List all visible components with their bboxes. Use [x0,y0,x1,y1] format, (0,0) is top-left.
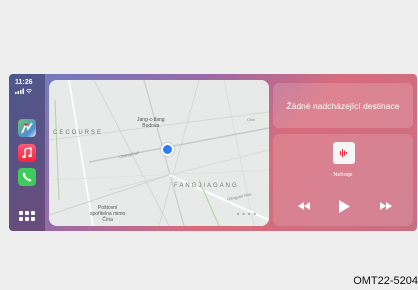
sidebar-dock: 11:26 [9,74,45,231]
signal-bars-icon [15,88,33,94]
map-scale: ■ ■ ■ ■ [237,211,257,216]
music-app-icon[interactable] [18,144,36,162]
map-district-label: FANGJIAGANG [174,183,239,189]
destination-text: Žádné nadcházející destinace [286,100,400,111]
map-road-label: Chin [247,117,256,122]
maps-app-icon[interactable] [18,119,36,137]
album-art-icon [333,142,355,164]
map-poi-label: Poštovní spořitelna mimo Čína [90,205,126,223]
wifi-icon [25,88,33,94]
fast-forward-icon[interactable] [377,199,395,213]
phone-app-icon[interactable] [18,168,36,186]
map-roads [49,80,269,226]
status-time: 11:26 [15,79,33,86]
now-playing-card[interactable]: Nehraje [273,134,413,226]
carplay-screen: 11:26 CECOURSE FANGJIAGANG Jang-c-tlang … [9,74,417,231]
rewind-icon[interactable] [295,199,313,213]
play-icon[interactable] [335,198,353,214]
current-location-icon [161,143,174,156]
figure-code: OMT22-5204 [353,275,418,287]
app-grid-icon[interactable] [17,209,37,223]
map-poi-label: Jang-c-tlang Budova [137,117,165,129]
map-district-label: CECOURSE [53,130,104,136]
playback-status: Nehraje [333,172,353,178]
map-view[interactable]: CECOURSE FANGJIAGANG Jang-c-tlang Budova… [49,80,269,226]
destination-card[interactable]: Žádné nadcházející destinace [273,83,413,128]
